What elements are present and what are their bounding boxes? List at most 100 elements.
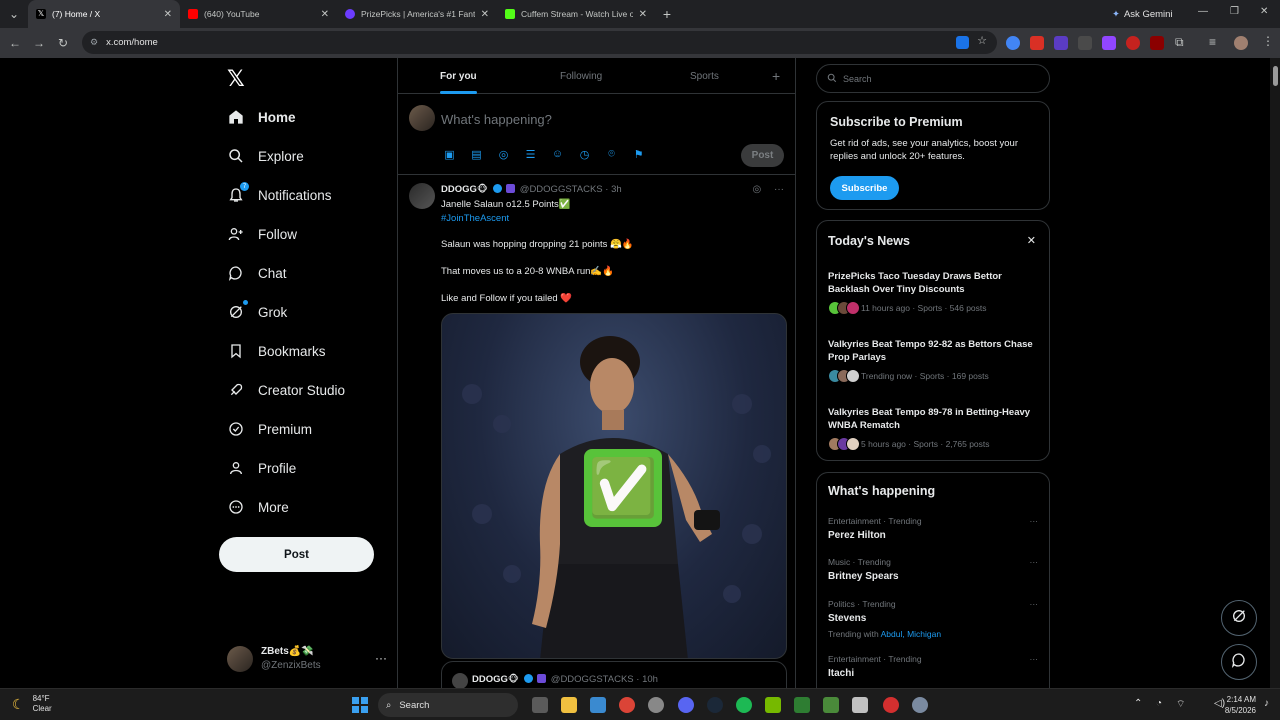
close-icon[interactable]: ✕ bbox=[1027, 234, 1036, 247]
reload-button[interactable]: ↻ bbox=[51, 31, 75, 55]
more-icon[interactable]: ··· bbox=[375, 651, 387, 665]
nav-item-more[interactable]: More bbox=[227, 492, 289, 522]
file-explorer-icon[interactable] bbox=[561, 697, 577, 713]
reading-list-icon[interactable]: ≡ bbox=[1209, 35, 1216, 49]
restore-button[interactable]: ❐ bbox=[1230, 6, 1239, 17]
store-icon[interactable] bbox=[590, 697, 606, 713]
chrome-icon[interactable] bbox=[619, 697, 635, 713]
trend-item[interactable]: Entertainment · Trending Perez Hilton ··… bbox=[828, 516, 1040, 541]
trend-item[interactable]: Music · Trending Britney Spears ··· bbox=[828, 557, 1040, 582]
extension-icon[interactable] bbox=[1030, 36, 1044, 50]
gif-icon[interactable]: ▤ bbox=[468, 148, 485, 161]
site-info-icon[interactable]: ⚙ bbox=[90, 37, 98, 48]
schedule-icon[interactable]: ◷ bbox=[576, 148, 593, 161]
app-icon[interactable] bbox=[883, 697, 899, 713]
extension-icon[interactable] bbox=[1054, 36, 1068, 50]
tab-for-you[interactable]: For you bbox=[440, 58, 477, 94]
nav-item-notifications[interactable]: 7 Notifications bbox=[227, 180, 332, 210]
close-icon[interactable]: ✕ bbox=[481, 9, 489, 20]
tab-sports[interactable]: Sports bbox=[690, 58, 719, 94]
nav-item-grok[interactable]: Grok bbox=[227, 297, 287, 327]
news-item[interactable]: Valkyries Beat Tempo 92-82 as Bettors Ch… bbox=[828, 338, 1042, 383]
nvidia-icon[interactable] bbox=[765, 697, 781, 713]
subscribe-button[interactable]: Subscribe bbox=[830, 176, 899, 200]
quoted-tweet[interactable]: DDOGG🐵 @DDOGGSTACKS · 10h bbox=[441, 661, 787, 688]
image-icon[interactable]: ▣ bbox=[441, 148, 458, 161]
chevron-up-icon[interactable]: ⌃ bbox=[1134, 698, 1142, 709]
more-icon[interactable]: ··· bbox=[1030, 654, 1039, 664]
location-icon[interactable]: ⌾ bbox=[603, 148, 620, 161]
trending-with-links[interactable]: Abdul, Michigan bbox=[881, 629, 941, 639]
extension-icon[interactable] bbox=[1150, 36, 1164, 50]
app-icon[interactable] bbox=[648, 697, 664, 713]
app-icon[interactable] bbox=[852, 697, 868, 713]
browser-tab-prizepicks[interactable]: PrizePicks | America's #1 Fanta… ✕ bbox=[337, 0, 497, 28]
post-button[interactable]: Post bbox=[219, 537, 374, 572]
browser-tab-x-home[interactable]: 𝕏 (7) Home / X ✕ bbox=[28, 0, 180, 28]
tab-search-button[interactable]: ⌄ bbox=[2, 2, 26, 26]
bookmark-star-icon[interactable]: ☆ bbox=[977, 34, 987, 47]
tab-following[interactable]: Following bbox=[560, 58, 602, 94]
nav-item-profile[interactable]: Profile bbox=[227, 453, 296, 483]
grok-icon[interactable]: ◎ bbox=[752, 184, 761, 195]
taskbar-search[interactable]: ⌕ Search bbox=[378, 693, 518, 717]
minimize-button[interactable]: — bbox=[1198, 6, 1208, 17]
compose-input[interactable]: What's happening? bbox=[441, 112, 552, 127]
spotify-icon[interactable] bbox=[736, 697, 752, 713]
tweet-handle[interactable]: @DDOGGSTACKS bbox=[520, 184, 603, 195]
nav-item-creator-studio[interactable]: Creator Studio bbox=[227, 375, 345, 405]
scrollbar-thumb[interactable] bbox=[1273, 66, 1278, 86]
chrome-menu-icon[interactable]: ⋮ bbox=[1262, 34, 1274, 48]
app-icon[interactable] bbox=[794, 697, 810, 713]
discord-icon[interactable] bbox=[678, 697, 694, 713]
forward-button[interactable]: → bbox=[27, 31, 51, 55]
notification-bell-icon[interactable]: ♪ bbox=[1264, 698, 1269, 709]
nav-item-premium[interactable]: Premium bbox=[227, 414, 312, 444]
volume-icon[interactable]: ◁) bbox=[1214, 698, 1225, 709]
tweet-display-name[interactable]: DDOGG🐵 bbox=[441, 184, 488, 195]
nav-item-bookmarks[interactable]: Bookmarks bbox=[227, 336, 326, 366]
trend-item[interactable]: Entertainment · Trending Itachi ··· bbox=[828, 654, 1040, 679]
tweet-time[interactable]: 3h bbox=[611, 184, 622, 195]
grok-floating-button[interactable] bbox=[1221, 600, 1257, 636]
grok-icon[interactable]: ◎ bbox=[495, 148, 512, 161]
page-scrollbar[interactable] bbox=[1270, 58, 1280, 688]
ask-gemini-button[interactable]: ✦ Ask Gemini bbox=[1104, 4, 1181, 24]
steam-icon[interactable] bbox=[707, 697, 723, 713]
nav-item-follow[interactable]: Follow bbox=[227, 219, 297, 249]
browser-tab-cuffem[interactable]: Cuffem Stream - Watch Live on… ✕ bbox=[497, 0, 655, 28]
more-icon[interactable]: ··· bbox=[1030, 516, 1039, 526]
nav-item-chat[interactable]: Chat bbox=[227, 258, 287, 288]
news-item[interactable]: Valkyries Beat Tempo 89-78 in Betting-He… bbox=[828, 406, 1042, 451]
close-icon[interactable]: ✕ bbox=[639, 9, 647, 20]
extension-icon[interactable] bbox=[1006, 36, 1020, 50]
close-window-button[interactable]: ✕ bbox=[1260, 6, 1268, 17]
close-icon[interactable]: ✕ bbox=[164, 9, 172, 20]
nav-item-explore[interactable]: Explore bbox=[227, 141, 304, 171]
compose-post-button[interactable]: Post bbox=[741, 144, 784, 167]
back-button[interactable]: ← bbox=[3, 31, 27, 55]
chat-floating-button[interactable] bbox=[1221, 644, 1257, 680]
hashtag-link[interactable]: #JoinTheAscent bbox=[441, 213, 509, 224]
address-bar[interactable]: ⚙ x.com/home ☆ bbox=[82, 31, 997, 54]
settings-icon[interactable] bbox=[912, 697, 928, 713]
extension-icon[interactable] bbox=[1126, 36, 1140, 50]
windows-start-icon[interactable] bbox=[352, 697, 368, 713]
minecraft-icon[interactable] bbox=[823, 697, 839, 713]
system-clock[interactable]: 2:14 AM 8/5/2026 bbox=[1225, 694, 1256, 716]
more-icon[interactable]: ··· bbox=[1030, 599, 1039, 609]
trend-item[interactable]: Politics · Trending Stevens Trending wit… bbox=[828, 599, 1040, 639]
extension-icon[interactable] bbox=[1078, 36, 1092, 50]
profile-avatar-icon[interactable] bbox=[1234, 36, 1248, 50]
avatar[interactable] bbox=[409, 183, 435, 209]
nav-item-home[interactable]: Home bbox=[227, 102, 296, 132]
extensions-puzzle-icon[interactable]: ⧉ bbox=[1175, 35, 1184, 50]
new-tab-button[interactable]: + bbox=[655, 2, 679, 26]
poll-icon[interactable]: ☰ bbox=[522, 148, 539, 161]
wifi-icon[interactable]: ⌔ bbox=[1176, 698, 1185, 711]
x-logo-icon[interactable]: 𝕏 bbox=[227, 66, 245, 92]
tweet-media-image[interactable]: KAISER ✅ bbox=[441, 313, 787, 659]
twitch-extension-icon[interactable] bbox=[1102, 36, 1116, 50]
more-icon[interactable]: ··· bbox=[774, 184, 784, 195]
search-input[interactable]: Search bbox=[816, 64, 1050, 93]
